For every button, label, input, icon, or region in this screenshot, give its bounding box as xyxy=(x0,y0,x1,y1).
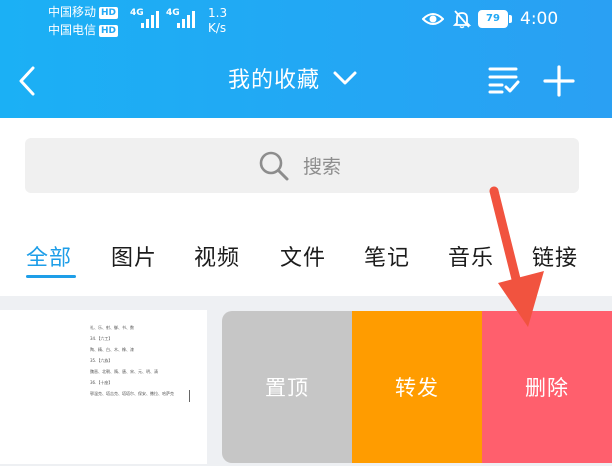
tab-files[interactable]: 文件 xyxy=(280,240,326,272)
clock: 4:00 xyxy=(520,9,559,29)
network-speed-value: 1.3 xyxy=(208,6,228,20)
network-speed-unit: K/s xyxy=(208,21,227,35)
battery-tip xyxy=(509,15,512,23)
network-speed: 1.3 K/s xyxy=(208,6,227,36)
thumbnail-text: 礼、乐、射、御、书、数 34.【六工】 陶、精、白、木、橡、漆 35.【六族】 … xyxy=(90,324,190,401)
item-thumbnail[interactable]: 礼、乐、射、御、书、数 34.【六工】 陶、精、白、木、橡、漆 35.【六族】 … xyxy=(0,310,207,464)
tab-notes[interactable]: 笔记 xyxy=(364,240,410,272)
chevron-left-icon[interactable] xyxy=(14,64,42,98)
delete-label: 删除 xyxy=(525,376,569,400)
pin-button[interactable]: 置顶 xyxy=(222,311,352,463)
list-check-icon[interactable] xyxy=(488,65,520,95)
app-header: 中国移动 HD 中国电信 HD 4G 4G 1.3 K/s 79 4:00 我的… xyxy=(0,0,612,118)
hd-badge-2: HD xyxy=(99,25,119,37)
battery-level: 79 xyxy=(486,13,500,24)
thumbnail-line: 35.【六族】 xyxy=(90,358,113,363)
carrier-mobile: 中国移动 HD xyxy=(48,5,119,19)
thumbnail-line: 礼、乐、射、御、书、数 xyxy=(90,325,134,330)
tab-videos[interactable]: 视频 xyxy=(194,240,240,272)
title-dropdown[interactable]: 我的收藏 xyxy=(228,62,358,94)
carrier-telecom-label: 中国电信 xyxy=(48,23,97,37)
active-tab-indicator xyxy=(26,275,76,278)
bell-muted-icon xyxy=(452,10,472,29)
tab-images[interactable]: 图片 xyxy=(111,240,157,272)
thumbnail-line: 鄂温克、塔吉克、塔塔尔、保安、撒拉、哈萨克 xyxy=(90,391,174,396)
thumbnail-line: 34.【六工】 xyxy=(90,336,113,341)
search-placeholder: 搜索 xyxy=(303,156,342,178)
search-icon xyxy=(259,151,289,181)
signal-bars-2-icon xyxy=(177,10,195,28)
carrier-telecom: 中国电信 HD xyxy=(48,23,119,37)
forward-label: 转发 xyxy=(395,376,439,400)
thumbnail-line: 36.【十座】 xyxy=(90,380,113,385)
signal-bars-1-icon xyxy=(141,10,159,28)
thumbnail-line: 魏晋、北朝、隋、唐、宋、元、明、清 xyxy=(90,369,158,374)
text-cursor xyxy=(189,390,190,402)
forward-button[interactable]: 转发 xyxy=(352,311,482,463)
hd-badge: HD xyxy=(99,7,119,19)
tab-all[interactable]: 全部 xyxy=(26,240,72,272)
page-title: 我的收藏 xyxy=(228,68,321,93)
chevron-down-icon xyxy=(333,71,357,85)
status-bar: 中国移动 HD 中国电信 HD 4G 4G 1.3 K/s 79 4:00 xyxy=(0,0,612,42)
thumbnail-line: 陶、精、白、木、橡、漆 xyxy=(90,347,134,352)
carrier-mobile-label: 中国移动 xyxy=(48,5,97,19)
eye-comfort-icon xyxy=(422,13,444,25)
battery-icon: 79 xyxy=(478,10,508,28)
plus-icon[interactable] xyxy=(542,64,576,98)
pin-label: 置顶 xyxy=(265,376,309,400)
pointer-arrow-icon xyxy=(489,186,544,327)
